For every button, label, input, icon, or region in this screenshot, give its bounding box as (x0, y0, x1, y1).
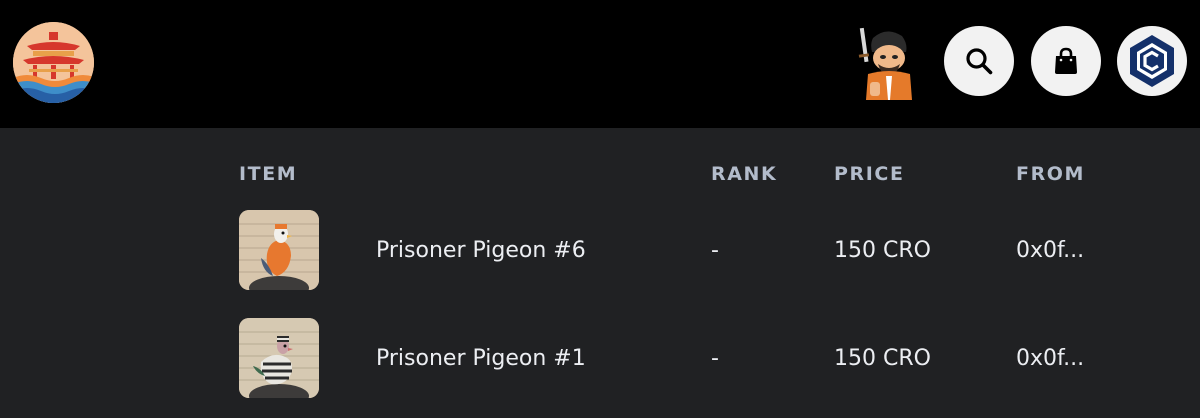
pigeon-striped-uniform-image (239, 318, 319, 398)
pagoda-waves-logo-icon (13, 22, 94, 103)
listings-table: ITEM RANK PRICE FROM Prisoner Pigeon #6 … (0, 128, 1200, 418)
site-logo[interactable] (13, 22, 94, 103)
search-icon (966, 48, 993, 75)
item-rank: - (711, 346, 719, 371)
user-avatar[interactable] (856, 24, 918, 102)
item-price: 150 CRO (834, 346, 931, 371)
search-button[interactable] (944, 26, 1014, 96)
table-row[interactable]: Prisoner Pigeon #1 - 150 CRO 0x0f... (0, 318, 1200, 400)
cart-button[interactable] (1031, 26, 1101, 96)
column-header-item[interactable]: ITEM (239, 163, 297, 185)
cronos-logo-icon (1130, 35, 1174, 87)
item-rank: - (711, 238, 719, 263)
top-navigation-bar (0, 0, 1200, 128)
wallet-button[interactable] (1117, 26, 1187, 96)
column-header-rank[interactable]: RANK (711, 163, 777, 185)
item-thumbnail[interactable] (239, 210, 319, 290)
item-name[interactable]: Prisoner Pigeon #6 (376, 237, 586, 265)
item-seller-address[interactable]: 0x0f... (1016, 345, 1084, 373)
shopping-bag-icon (1055, 47, 1077, 74)
item-thumbnail[interactable] (239, 318, 319, 398)
item-seller-address[interactable]: 0x0f... (1016, 237, 1084, 265)
column-header-price[interactable]: PRICE (834, 163, 905, 185)
item-price: 150 CRO (834, 238, 931, 263)
item-name[interactable]: Prisoner Pigeon #1 (376, 345, 586, 373)
samurai-avatar-icon (858, 27, 912, 100)
table-row[interactable]: Prisoner Pigeon #6 - 150 CRO 0x0f... (0, 210, 1200, 292)
pigeon-orange-uniform-image (239, 210, 319, 290)
column-header-from[interactable]: FROM (1016, 163, 1085, 185)
